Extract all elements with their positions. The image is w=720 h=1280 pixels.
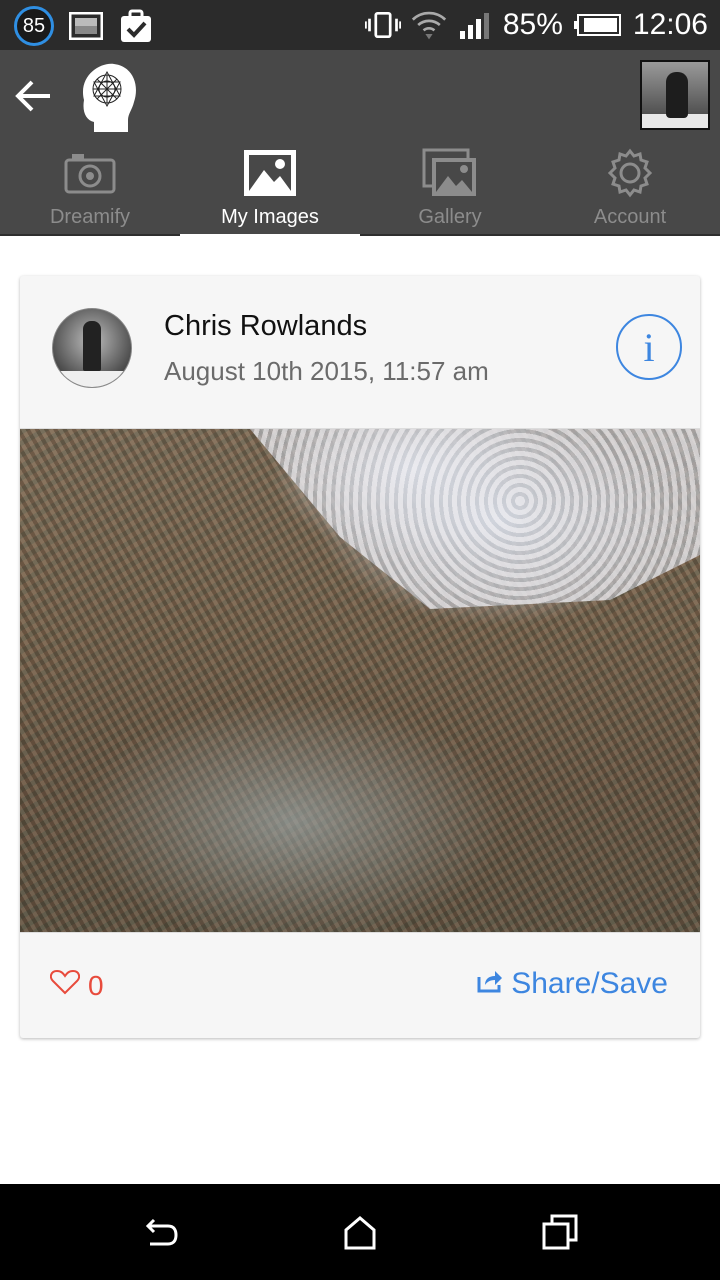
status-bar: 85 85% 12:06 bbox=[0, 0, 720, 50]
card-footer: 0 Share/Save bbox=[20, 933, 700, 1038]
tab-dreamify[interactable]: Dreamify bbox=[0, 142, 180, 236]
tab-label: My Images bbox=[221, 206, 319, 228]
info-button[interactable]: i bbox=[616, 314, 682, 380]
camera-icon bbox=[62, 148, 118, 198]
heart-icon bbox=[49, 969, 81, 1002]
tab-account[interactable]: Account bbox=[540, 142, 720, 236]
tab-gallery[interactable]: Gallery bbox=[360, 142, 540, 236]
post-date: August 10th 2015, 11:57 am bbox=[164, 356, 489, 386]
author-name: Chris Rowlands bbox=[164, 310, 368, 342]
tab-label: Gallery bbox=[418, 206, 482, 228]
tab-bar: Dreamify My Images Gallery Account bbox=[0, 142, 720, 238]
share-save-button[interactable]: Share/Save bbox=[477, 967, 668, 1001]
recents-nav-icon[interactable] bbox=[540, 1212, 580, 1252]
clock: 12:06 bbox=[632, 8, 708, 41]
dreamified-image[interactable] bbox=[20, 428, 700, 933]
clipboard-check-icon bbox=[118, 9, 154, 42]
gallery-icon bbox=[422, 148, 478, 198]
card-header: Chris Rowlands August 10th 2015, 11:57 a… bbox=[20, 276, 700, 428]
system-nav-bar bbox=[0, 1184, 720, 1280]
like-button[interactable]: 0 bbox=[49, 969, 104, 1002]
wifi-icon bbox=[411, 10, 447, 40]
share-label: Share/Save bbox=[511, 967, 668, 1000]
battery-percent: 85% bbox=[502, 8, 563, 41]
share-icon bbox=[477, 967, 503, 1001]
back-nav-icon[interactable] bbox=[140, 1212, 180, 1252]
user-profile-thumbnail[interactable] bbox=[640, 60, 710, 130]
app-header: Dreamify My Images Gallery Account bbox=[0, 50, 720, 238]
vibrate-icon bbox=[364, 10, 401, 40]
tab-my-images[interactable]: My Images bbox=[180, 142, 360, 238]
dreamify-head-logo bbox=[76, 62, 138, 133]
image-notification-icon bbox=[68, 11, 104, 41]
arrow-left-icon[interactable] bbox=[14, 76, 54, 116]
gear-icon bbox=[602, 148, 658, 198]
home-nav-icon[interactable] bbox=[340, 1212, 380, 1252]
like-count: 0 bbox=[88, 969, 104, 1001]
tab-label: Account bbox=[593, 206, 667, 228]
battery-icon bbox=[573, 10, 623, 40]
image-icon bbox=[242, 148, 298, 198]
tab-label: Dreamify bbox=[49, 206, 130, 228]
avatar[interactable] bbox=[52, 308, 132, 388]
signal-icon bbox=[457, 10, 493, 40]
notification-count-badge: 85 bbox=[14, 6, 54, 46]
image-card: Chris Rowlands August 10th 2015, 11:57 a… bbox=[20, 276, 700, 1038]
